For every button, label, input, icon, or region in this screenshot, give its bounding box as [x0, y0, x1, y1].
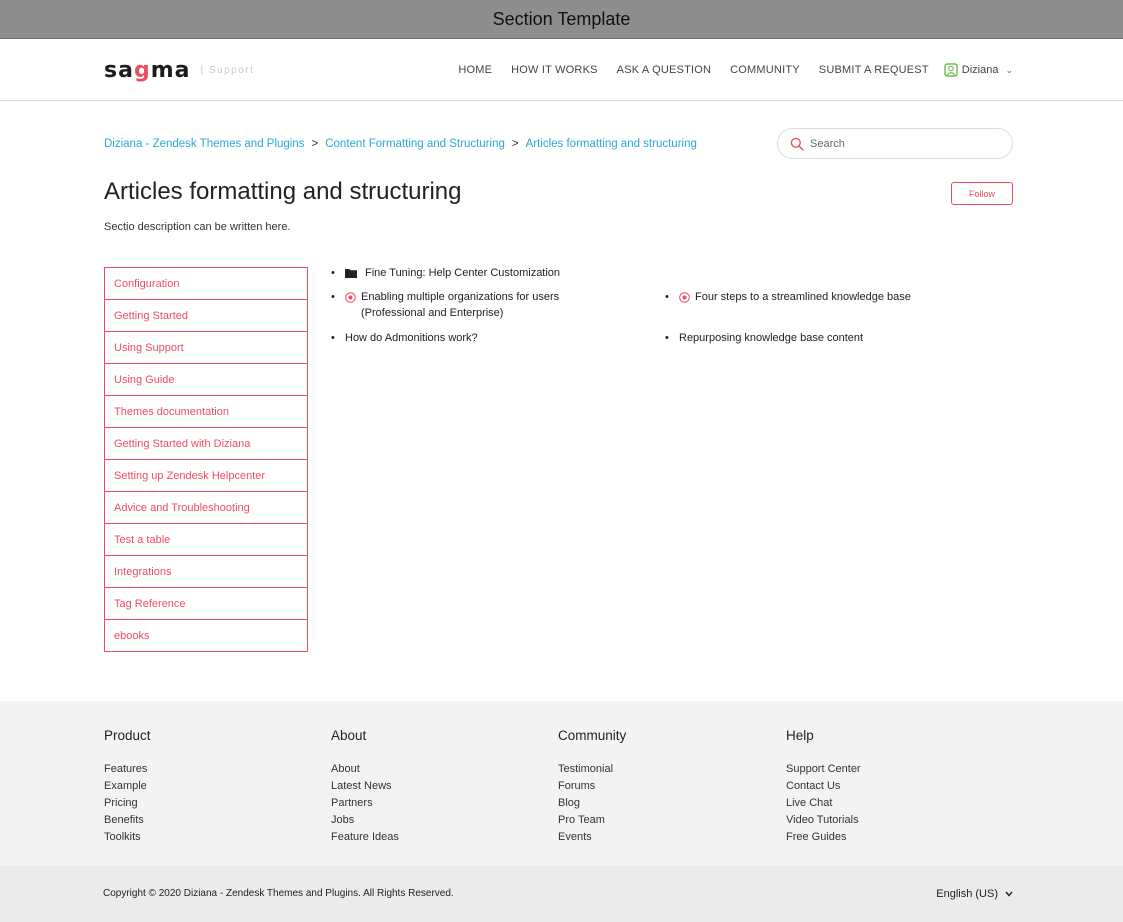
footer-link[interactable]: Latest News — [331, 778, 531, 795]
footer-link[interactable]: Free Guides — [786, 829, 986, 846]
nav-submit-a-request[interactable]: SUBMIT A REQUEST — [819, 64, 929, 76]
main-nav: HOME HOW IT WORKS ASK A QUESTION COMMUNI… — [458, 63, 1013, 77]
sidebar-item-advice-and-troubleshooting[interactable]: Advice and Troubleshooting — [104, 491, 308, 524]
footer-link[interactable]: Partners — [331, 795, 531, 812]
bullet: • — [665, 332, 669, 344]
footer-link[interactable]: Events — [558, 829, 758, 846]
promoted-star-icon — [679, 292, 690, 303]
sidebar-item-themes-documentation[interactable]: Themes documentation — [104, 395, 308, 428]
sidebar-item-getting-started-with-diziana[interactable]: Getting Started with Diziana — [104, 427, 308, 460]
footer-column-about: About About Latest News Partners Jobs Fe… — [331, 728, 531, 846]
footer-heading: About — [331, 728, 367, 743]
footer-link[interactable]: Live Chat — [786, 795, 986, 812]
window-titlebar: Section Template — [0, 0, 1123, 39]
breadcrumb-item-current[interactable]: Articles formatting and structuring — [526, 138, 697, 150]
user-menu[interactable]: Diziana ⌄ — [944, 63, 1013, 77]
chevron-down-icon: ⌄ — [1005, 64, 1013, 75]
user-name: Diziana — [961, 64, 999, 76]
sidebar-item-configuration[interactable]: Configuration — [104, 267, 308, 300]
section-description: Sectio description can be written here. — [104, 221, 291, 233]
bullet: • — [665, 291, 669, 303]
article-title: How do Admonitions work? — [345, 332, 478, 344]
article-title: Four steps to a streamlined knowledge ba… — [695, 291, 911, 303]
breadcrumb-separator: > — [511, 138, 519, 150]
footer-column-help: Help Support Center Contact Us Live Chat… — [786, 728, 986, 846]
article-title: Repurposing knowledge base content — [679, 332, 864, 344]
sidebar-item-tag-reference[interactable]: Tag Reference — [104, 587, 308, 620]
subsection-item[interactable]: • Fine Tuning: Help Center Customization — [331, 265, 560, 281]
article-title: Enabling multiple organizations for user… — [361, 291, 560, 319]
logo[interactable]: sagma | Support — [104, 57, 254, 83]
follow-button[interactable]: Follow — [951, 182, 1013, 205]
breadcrumb-item[interactable]: Diziana - Zendesk Themes and Plugins — [104, 138, 305, 150]
sidebar-item-using-guide[interactable]: Using Guide — [104, 363, 308, 396]
breadcrumb-item[interactable]: Content Formatting and Structuring — [325, 138, 505, 150]
footer-link[interactable]: Benefits — [104, 812, 304, 829]
nav-how-it-works[interactable]: HOW IT WORKS — [511, 64, 598, 76]
bullet: • — [331, 332, 335, 344]
footer-link[interactable]: Blog — [558, 795, 758, 812]
article-item[interactable]: • How do Admonitions work? — [331, 330, 478, 346]
bullet: • — [331, 267, 335, 279]
footer-link[interactable]: Feature Ideas — [331, 829, 531, 846]
footer-link[interactable]: Video Tutorials — [786, 812, 986, 829]
sidebar-item-test-a-table[interactable]: Test a table — [104, 523, 308, 556]
footer-link[interactable]: Support Center — [786, 761, 986, 778]
logo-text: sagma — [104, 57, 191, 83]
article-item[interactable]: • Enabling multiple organizations for us… — [331, 289, 621, 321]
window-title: Section Template — [492, 8, 631, 29]
search-box[interactable] — [777, 128, 1013, 159]
bullet: • — [331, 291, 335, 303]
copyright-text: Copyright © 2020 Diziana - Zendesk Theme… — [103, 888, 454, 899]
subsection-title: Fine Tuning: Help Center Customization — [365, 267, 561, 279]
sidebar-nav: Configuration Getting Started Using Supp… — [104, 267, 308, 652]
footer-column-product: Product Features Example Pricing Benefit… — [104, 728, 304, 846]
site-header: sagma | Support HOME HOW IT WORKS ASK A … — [0, 39, 1123, 101]
footer-link[interactable]: Forums — [558, 778, 758, 795]
footer-heading: Product — [104, 728, 151, 743]
sidebar-item-ebooks[interactable]: ebooks — [104, 619, 308, 652]
nav-ask-a-question[interactable]: ASK A QUESTION — [617, 64, 712, 76]
footer-link[interactable]: Contact Us — [786, 778, 986, 795]
footer-link[interactable]: Example — [104, 778, 304, 795]
footer-link[interactable]: Toolkits — [104, 829, 304, 846]
page-title: Articles formatting and structuring — [104, 178, 462, 205]
article-item[interactable]: • Four steps to a streamlined knowledge … — [665, 289, 911, 305]
footer-heading: Community — [558, 728, 627, 743]
chevron-down-icon — [1005, 891, 1013, 897]
logo-subtitle: | Support — [200, 64, 255, 76]
sidebar-item-setting-up-zendesk-helpcenter[interactable]: Setting up Zendesk Helpcenter — [104, 459, 308, 492]
footer-link[interactable]: Features — [104, 761, 304, 778]
breadcrumb-separator: > — [311, 138, 319, 150]
folder-icon — [345, 269, 357, 278]
footer-bottom-bar: Copyright © 2020 Diziana - Zendesk Theme… — [0, 866, 1123, 922]
sidebar-item-integrations[interactable]: Integrations — [104, 555, 308, 588]
footer-heading: Help — [786, 728, 814, 743]
search-input[interactable] — [810, 137, 990, 150]
promoted-star-icon — [345, 292, 356, 303]
footer-link[interactable]: Pro Team — [558, 812, 758, 829]
sidebar-item-getting-started[interactable]: Getting Started — [104, 299, 308, 332]
footer-link[interactable]: Jobs — [331, 812, 531, 829]
footer-link[interactable]: Testimonial — [558, 761, 758, 778]
nav-home[interactable]: HOME — [458, 64, 492, 76]
breadcrumb: Diziana - Zendesk Themes and Plugins > C… — [104, 138, 697, 150]
nav-community[interactable]: COMMUNITY — [730, 64, 800, 76]
site-footer: Product Features Example Pricing Benefit… — [0, 701, 1123, 866]
footer-column-community: Community Testimonial Forums Blog Pro Te… — [558, 728, 758, 846]
language-selector[interactable]: English (US) — [936, 888, 1013, 900]
search-icon — [790, 137, 804, 151]
footer-link[interactable]: Pricing — [104, 795, 304, 812]
article-item[interactable]: • Repurposing knowledge base content — [665, 330, 863, 346]
language-label: English (US) — [936, 888, 998, 900]
user-avatar-icon — [944, 63, 958, 77]
sidebar-item-using-support[interactable]: Using Support — [104, 331, 308, 364]
footer-link[interactable]: About — [331, 761, 531, 778]
